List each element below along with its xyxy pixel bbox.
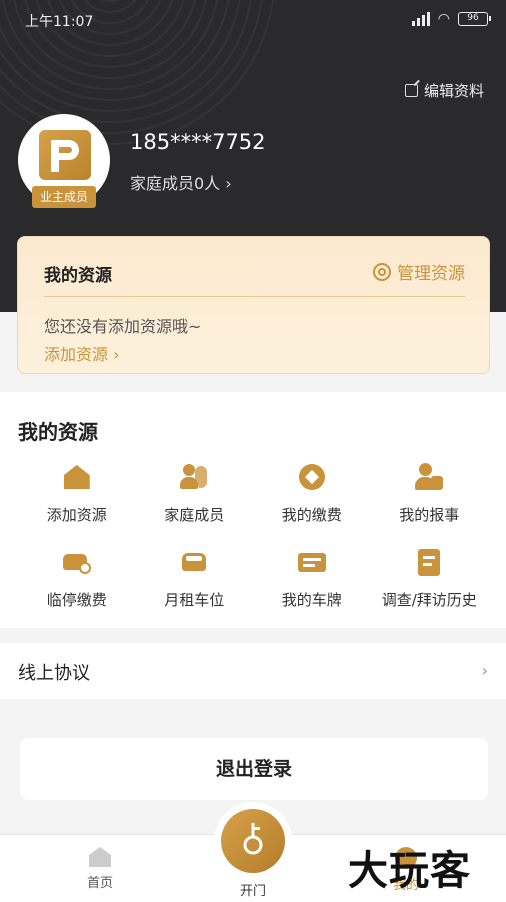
status-icons: ◠ 96 — [411, 11, 491, 27]
family-members-link[interactable]: 家庭成员0人 › — [130, 170, 232, 194]
resource-card: 我的资源 管理资源 您还没有添加资源哦~ 添加资源 › — [17, 236, 490, 374]
service-my-payments[interactable]: 我的缴费 — [253, 462, 371, 525]
services-title: 我的资源 — [18, 420, 98, 444]
service-add-resource[interactable]: 添加资源 — [18, 462, 136, 525]
signal-icon — [411, 12, 430, 26]
manage-resources-label: 管理资源 — [397, 264, 465, 284]
card-divider — [44, 296, 465, 297]
online-agreement-label: 线上协议 — [18, 663, 90, 684]
car-clock-icon — [62, 547, 92, 577]
edit-icon — [404, 84, 418, 97]
battery-icon: 96 — [458, 12, 491, 26]
service-label: 家庭成员 — [164, 506, 225, 524]
online-agreement-row[interactable]: 线上协议 › — [0, 643, 506, 699]
edit-profile-link[interactable]: 编辑资料 — [404, 80, 484, 101]
service-family-members[interactable]: 家庭成员 — [136, 462, 254, 525]
status-bar: 上午11:07 ◠ 96 — [0, 0, 506, 40]
home-icon — [89, 847, 111, 867]
resource-card-title: 我的资源 — [44, 266, 112, 286]
service-my-plates[interactable]: 我的车牌 — [253, 547, 371, 610]
empty-resources-text: 您还没有添加资源哦~ — [44, 317, 202, 336]
manage-resources-button[interactable]: 管理资源 — [373, 259, 465, 284]
service-label: 临停缴费 — [46, 591, 107, 609]
report-person-icon — [414, 462, 444, 492]
door-key-icon — [221, 809, 285, 873]
service-label: 月租车位 — [164, 591, 225, 609]
family-members-icon — [179, 462, 209, 492]
logout-button[interactable]: 退出登录 — [20, 738, 488, 800]
service-label: 我的报事 — [399, 506, 460, 524]
service-label: 我的缴费 — [281, 506, 342, 524]
license-plate-icon — [297, 547, 327, 577]
service-label: 添加资源 — [46, 506, 107, 524]
add-resource-link[interactable]: 添加资源 › — [44, 341, 120, 365]
service-monthly-parking[interactable]: 月租车位 — [136, 547, 254, 610]
service-survey-history[interactable]: 调查/拜访历史 — [371, 547, 489, 610]
service-label: 调查/拜访历史 — [381, 591, 477, 609]
gear-icon — [373, 262, 391, 281]
tab-home[interactable]: 首页 — [60, 847, 140, 891]
avatar[interactable]: 业主成员 — [18, 114, 110, 208]
brand-logo-icon — [39, 130, 91, 180]
survey-clipboard-icon — [414, 547, 444, 577]
payment-coin-icon — [297, 462, 327, 492]
services-grid: 添加资源 家庭成员 我的缴费 我的报事 临停缴费 月租车位 我的车牌 调查/拜访… — [18, 462, 488, 610]
owner-badge: 业主成员 — [32, 186, 96, 208]
user-phone: 185****7752 — [130, 130, 266, 154]
service-temp-parking[interactable]: 临停缴费 — [18, 547, 136, 610]
tab-home-label: 首页 — [86, 876, 113, 891]
watermark-text: 大玩客 — [348, 847, 471, 894]
status-time: 上午11:07 — [25, 14, 94, 30]
tab-door-label: 开门 — [239, 884, 266, 899]
service-my-reports[interactable]: 我的报事 — [371, 462, 489, 525]
services-section: 我的资源 添加资源 家庭成员 我的缴费 我的报事 临停缴费 月租车位 我的车牌 — [0, 392, 506, 628]
open-door-button[interactable] — [214, 802, 292, 880]
house-link-icon — [62, 462, 92, 492]
chevron-right-icon: › — [481, 661, 488, 680]
service-label: 我的车牌 — [281, 591, 342, 609]
car-icon — [179, 547, 209, 577]
wifi-icon: ◠ — [437, 11, 450, 27]
edit-profile-label: 编辑资料 — [423, 82, 484, 100]
